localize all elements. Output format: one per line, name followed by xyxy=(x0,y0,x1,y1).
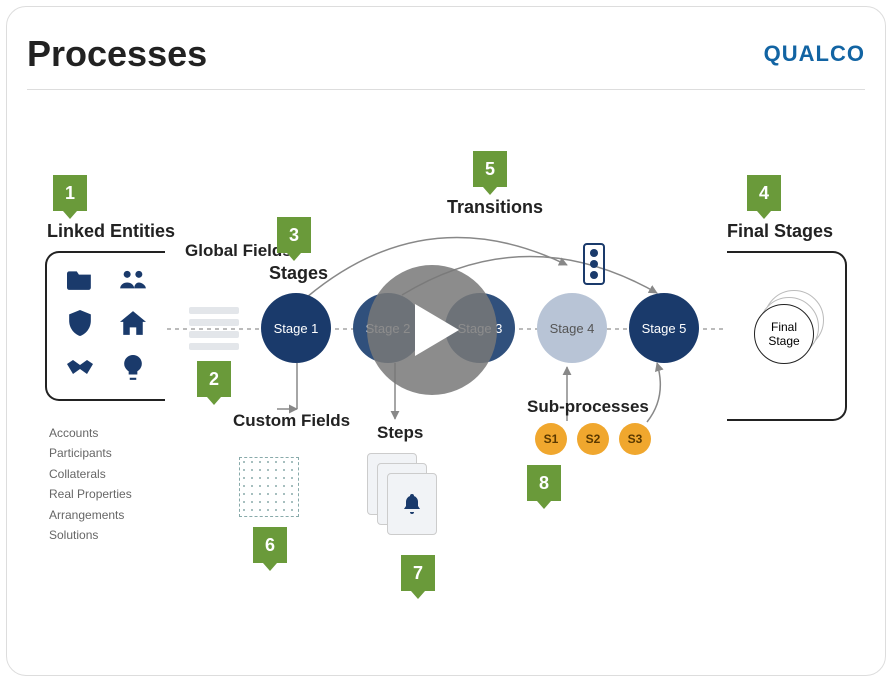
subprocess-s1: S1 xyxy=(535,423,567,455)
list-item: Collaterals xyxy=(49,464,132,484)
subprocess-s3: S3 xyxy=(619,423,651,455)
badge-transitions: 5 xyxy=(473,151,507,187)
shield-icon xyxy=(68,310,92,341)
folder-icon xyxy=(67,268,93,295)
badge-custom: 6 xyxy=(253,527,287,563)
label-transitions: Transitions xyxy=(447,197,543,218)
label-custom: Custom Fields xyxy=(233,411,350,431)
badge-sub: 8 xyxy=(527,465,561,501)
label-steps: Steps xyxy=(377,423,423,443)
label-global: Global Fields xyxy=(185,241,292,261)
badge-steps: 7 xyxy=(401,555,435,591)
bulb-icon xyxy=(123,355,143,386)
list-item: Arrangements xyxy=(49,505,132,525)
list-item: Participants xyxy=(49,443,132,463)
label-linked: Linked Entities xyxy=(47,221,175,242)
traffic-light-icon xyxy=(583,243,605,285)
stage-node-4: Stage 4 xyxy=(537,293,607,363)
home-icon xyxy=(120,311,146,340)
badge-stages: 3 xyxy=(277,217,311,253)
label-sub: Sub-processes xyxy=(527,397,649,417)
steps-block xyxy=(367,453,437,543)
label-stages: Stages xyxy=(269,263,328,284)
badge-global: 2 xyxy=(197,361,231,397)
linked-entities-box xyxy=(45,251,165,401)
final-stages-box: Final Stage xyxy=(727,251,847,421)
subprocess-s2: S2 xyxy=(577,423,609,455)
stage-node-1: Stage 1 xyxy=(261,293,331,363)
page-title: Processes xyxy=(27,33,207,75)
badge-final: 4 xyxy=(747,175,781,211)
list-item: Real Properties xyxy=(49,484,132,504)
final-stage-stack: Final Stage xyxy=(754,304,818,368)
slide: Processes QUALCO 1 Linked Entities Ac xyxy=(6,6,886,676)
list-item: Accounts xyxy=(49,423,132,443)
badge-linked: 1 xyxy=(53,175,87,211)
header: Processes QUALCO xyxy=(27,33,865,90)
play-icon xyxy=(415,304,459,356)
list-item: Solutions xyxy=(49,525,132,545)
custom-fields-block xyxy=(239,457,299,517)
play-button[interactable] xyxy=(367,265,497,395)
linked-entities-list: Accounts Participants Collaterals Real P… xyxy=(49,423,132,545)
stage-node-5: Stage 5 xyxy=(629,293,699,363)
label-final: Final Stages xyxy=(727,221,833,242)
bell-icon xyxy=(387,473,437,535)
people-icon xyxy=(119,268,147,295)
handshake-icon xyxy=(65,358,95,383)
brand-logo: QUALCO xyxy=(764,41,865,67)
final-stage-circle: Final Stage xyxy=(754,304,814,364)
global-fields-block xyxy=(189,307,239,355)
